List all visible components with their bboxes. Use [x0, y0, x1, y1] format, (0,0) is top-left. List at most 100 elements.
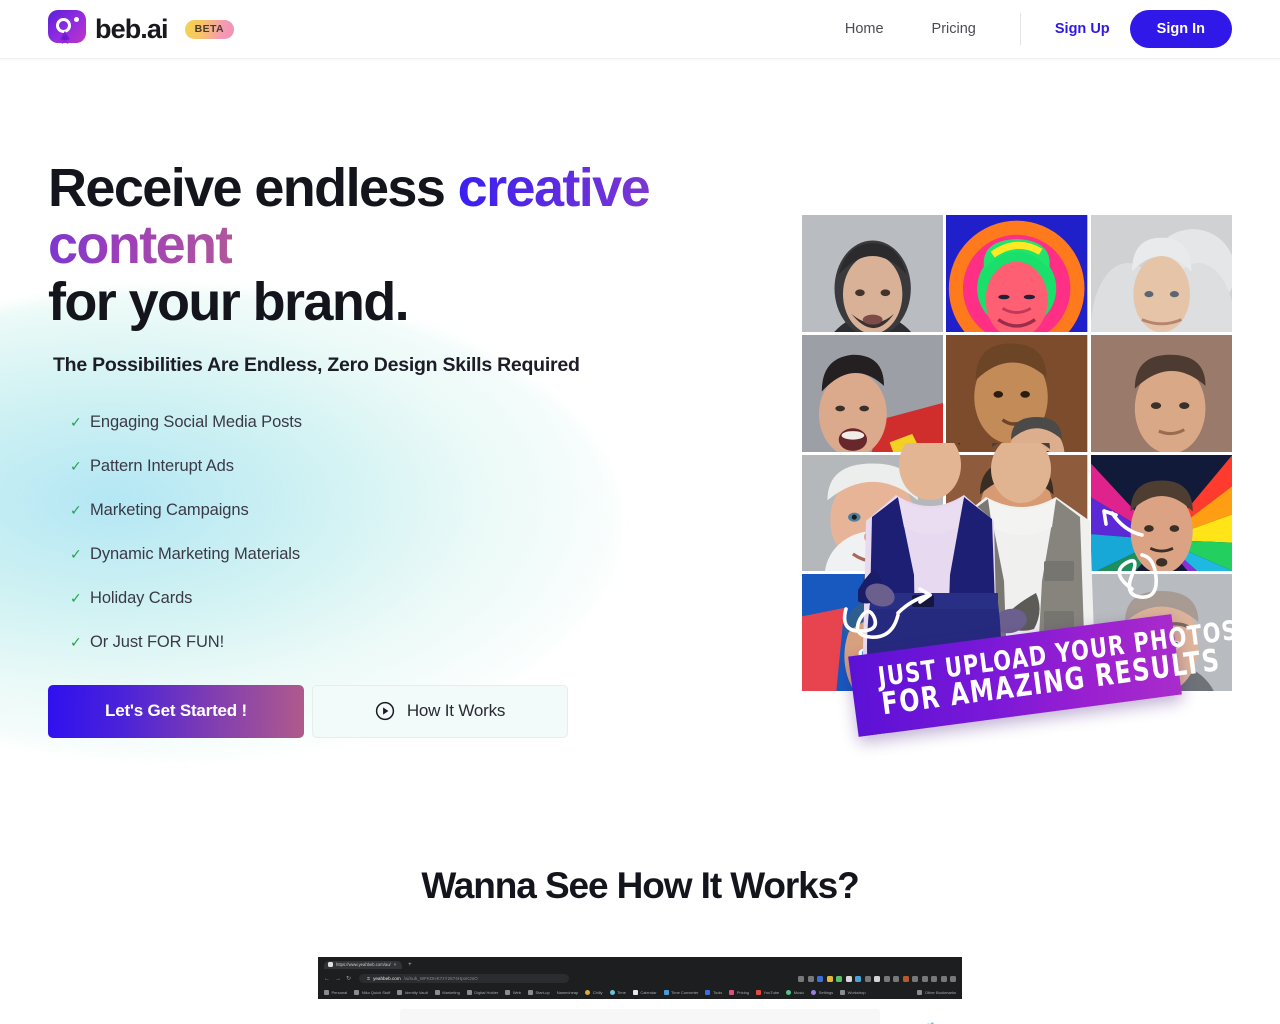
portrait-image [946, 454, 1088, 572]
bookmark-item[interactable]: Namecheap [557, 990, 579, 995]
nav-item-pricing[interactable]: Pricing [908, 22, 1000, 37]
bookmark-item[interactable]: Web [505, 989, 521, 995]
pen-icon[interactable] [883, 975, 890, 982]
lock-icon: ⚿ [367, 976, 371, 981]
share-icon[interactable] [798, 975, 804, 982]
get-started-button[interactable]: Let's Get Started ! [48, 684, 304, 738]
section-title: Wanna See How It Works? [421, 865, 859, 906]
bookmark-item[interactable]: Chilly [585, 989, 603, 995]
sign-in-button[interactable]: Sign In [1129, 10, 1232, 48]
how-it-works-button[interactable]: How It Works [312, 684, 568, 738]
extension-icon-orange[interactable] [902, 975, 909, 982]
bookmark-item[interactable]: Settings [811, 989, 833, 995]
forward-icon[interactable]: → [335, 976, 341, 982]
check-icon: ✓ [70, 502, 82, 519]
bookmark-label: Start-up [535, 989, 550, 995]
extension-icon-cyan[interactable] [855, 975, 861, 982]
sign-up-link[interactable]: Sign Up [1035, 21, 1130, 37]
url-path: /ai/sub_WFKDHK7zY2874HpoK2sO [403, 976, 478, 981]
headline-part-1: Receive endless [48, 158, 458, 218]
folder-icon [466, 989, 472, 995]
bookmark-item[interactable]: Music [786, 989, 805, 995]
logo-ribbon-icon [60, 31, 70, 44]
nav-item-home[interactable]: Home [821, 22, 908, 37]
extension-icon-green[interactable] [836, 975, 842, 982]
site-icon [663, 989, 669, 995]
site-icon [756, 989, 762, 995]
bookmark-item[interactable]: Time [609, 989, 626, 995]
new-tab-icon[interactable]: + [408, 962, 412, 968]
feature-label: Holiday Cards [90, 589, 193, 608]
notes-icon[interactable] [874, 975, 880, 982]
menu-kebab-icon[interactable] [950, 975, 956, 982]
bookmark-label: Other Bookmarks [924, 989, 956, 995]
url-input[interactable]: ⚿ yeahbeb.com /ai/sub_WFKDHK7zY2874HpoK2… [359, 974, 570, 983]
back-icon[interactable]: ← [324, 976, 330, 982]
extension-icon-yellow[interactable] [826, 975, 833, 982]
beb-logo-icon [48, 10, 86, 48]
reload-icon[interactable]: ↻ [346, 975, 351, 982]
bookmark-item[interactable]: Personal [324, 989, 347, 995]
portrait-image [802, 454, 944, 572]
bookmark-item[interactable]: Niko Quick Stuff [354, 989, 391, 995]
browser-tab[interactable]: https://www.yeahbeb.com/au/ × [324, 960, 403, 969]
list-item: ✓ Pattern Interupt Ads [70, 445, 788, 489]
site-icon [786, 989, 792, 995]
collage-tile-portrait-brown-studio [1090, 334, 1232, 452]
browser-bookmarks-bar: Personal Niko Quick Stuff Identity Vault… [318, 985, 962, 999]
sync-icon[interactable] [912, 975, 918, 982]
bookmark-label: Web [512, 989, 521, 995]
bookmark-label: YouTube [763, 989, 780, 995]
site-icon [632, 989, 638, 995]
collage-tile-portrait-neon-pop [946, 215, 1088, 332]
other-bookmarks-item[interactable]: Other Bookmarks [917, 989, 956, 995]
hero-copy-block: Receive endless creative content for you… [48, 158, 788, 738]
list-item: ✓ Marketing Campaigns [70, 489, 788, 533]
brand-logo[interactable]: beb.ai BETA [48, 10, 235, 48]
dot-icon[interactable] [893, 975, 899, 982]
split-icon[interactable] [931, 975, 937, 982]
bookmark-item[interactable]: Start-up [527, 989, 550, 995]
bookmark-star-icon[interactable] [807, 975, 814, 982]
tab-close-icon[interactable]: × [394, 962, 396, 967]
demo-video-thumbnail[interactable]: https://www.yeahbeb.com/au/ × + ← → ↻ ⚿ … [318, 957, 962, 1024]
site-icon [585, 989, 591, 995]
bookmark-item[interactable]: YouTube [756, 989, 780, 995]
profile-avatar-icon[interactable] [940, 975, 947, 982]
bookmark-item[interactable]: Pricing [729, 989, 750, 995]
bookmark-item[interactable]: Time Converter [663, 989, 698, 995]
beta-badge: BETA [184, 19, 235, 39]
person-icon[interactable] [921, 975, 928, 982]
portrait-image [946, 215, 1088, 332]
portrait-image [1090, 454, 1232, 572]
bookmark-item[interactable]: Workshop [840, 989, 866, 995]
main-nav: Home Pricing Sign Up Sign In [821, 10, 1232, 48]
collage-tile-portrait-blue-suit [946, 454, 1088, 572]
folder-icon [397, 989, 403, 995]
list-item: ✓ Engaging Social Media Posts [70, 401, 788, 445]
how-it-works-label: How It Works [406, 701, 506, 721]
bookmark-label: Pricing [736, 989, 750, 995]
site-icon [811, 989, 817, 995]
puzzle-icon[interactable] [864, 975, 871, 982]
how-it-works-section: Wanna See How It Works? https://www.yeah… [0, 865, 1280, 1024]
browser-chrome: https://www.yeahbeb.com/au/ × + ← → ↻ ⚿ … [318, 957, 962, 999]
bookmark-item[interactable]: Tools [705, 989, 722, 995]
collage-tile-portrait-santa [802, 454, 944, 572]
bookmark-label: Niko Quick Stuff [361, 989, 391, 995]
bookmark-item[interactable]: Marketing [434, 989, 460, 995]
logo-dot [74, 17, 79, 22]
bookmark-item[interactable]: Calendar [632, 989, 657, 995]
bookmark-item[interactable]: Identity Vault [397, 989, 428, 995]
bookmark-item[interactable]: Digital Holder [466, 989, 498, 995]
bookmark-label: Marketing [442, 989, 460, 995]
extension-icon-blue[interactable] [817, 975, 823, 982]
hero-image-collage: JUST UPLOAD YOUR PHOTOS FOR AMAZING RESU… [802, 215, 1240, 737]
extension-icon-grey[interactable] [845, 975, 852, 982]
folder-icon [324, 989, 329, 995]
feature-label: Or Just FOR FUN! [90, 633, 225, 652]
tab-favicon-icon [328, 962, 333, 967]
folder-icon [434, 989, 440, 995]
portrait-image [1090, 334, 1232, 452]
bookmark-label: Music [793, 989, 805, 995]
